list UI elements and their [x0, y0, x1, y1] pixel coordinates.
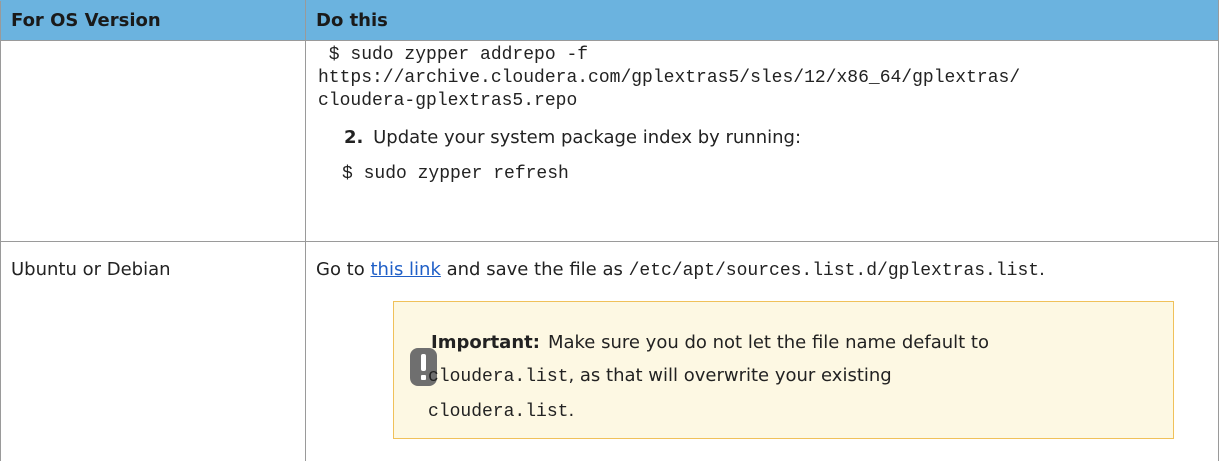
os-name: [1, 41, 305, 57]
addrepo-command: $ sudo zypper addrepo -f https://archive…: [318, 45, 1021, 111]
os-cell: Ubuntu or Debian: [0, 241, 306, 461]
code-cloudera-list: cloudera.list: [428, 402, 569, 422]
file-path: /etc/apt/sources.list.d/gplextras.list: [628, 261, 1040, 281]
goto-middle: and save the file as: [440, 259, 629, 280]
important-text-mid: , as that will overwrite your existing: [568, 365, 892, 386]
goto-instruction: Go to this link and save the file as /et…: [306, 242, 1218, 283]
important-note: Important: Make sure you do not let the f…: [393, 301, 1174, 439]
os-instructions-table: For OS Version Do this $ sudo zypper add…: [0, 0, 1219, 461]
step-text: Update your system package index by runn…: [373, 127, 802, 148]
this-link[interactable]: this link: [370, 259, 440, 280]
table-row: $ sudo zypper addrepo -f https://archive…: [0, 40, 1219, 242]
important-text-before: Make sure you do not let the file name d…: [547, 332, 989, 353]
step-number: 2.: [344, 127, 364, 148]
header-do-this: Do this: [305, 0, 1219, 41]
os-cell: [0, 40, 306, 242]
instructions-cell: $ sudo zypper addrepo -f https://archive…: [305, 40, 1219, 242]
goto-suffix: .: [1039, 259, 1045, 280]
os-name: Ubuntu or Debian: [11, 259, 171, 280]
step-2: 2. Update your system package index by r…: [344, 126, 1218, 150]
refresh-command: $ sudo zypper refresh: [342, 164, 569, 184]
code-cloudera-list: cloudera.list: [428, 367, 569, 387]
important-label: Important:: [431, 332, 540, 353]
table-header-row: For OS Version Do this: [0, 0, 1219, 41]
header-os-version: For OS Version: [0, 0, 306, 41]
table-row: Ubuntu or Debian Go to this link and sav…: [0, 241, 1219, 461]
important-text: Important: Make sure you do not let the f…: [428, 326, 1148, 429]
important-text-end: .: [568, 400, 575, 421]
goto-prefix: Go to: [316, 259, 371, 280]
instructions-cell: Go to this link and save the file as /et…: [305, 241, 1219, 461]
